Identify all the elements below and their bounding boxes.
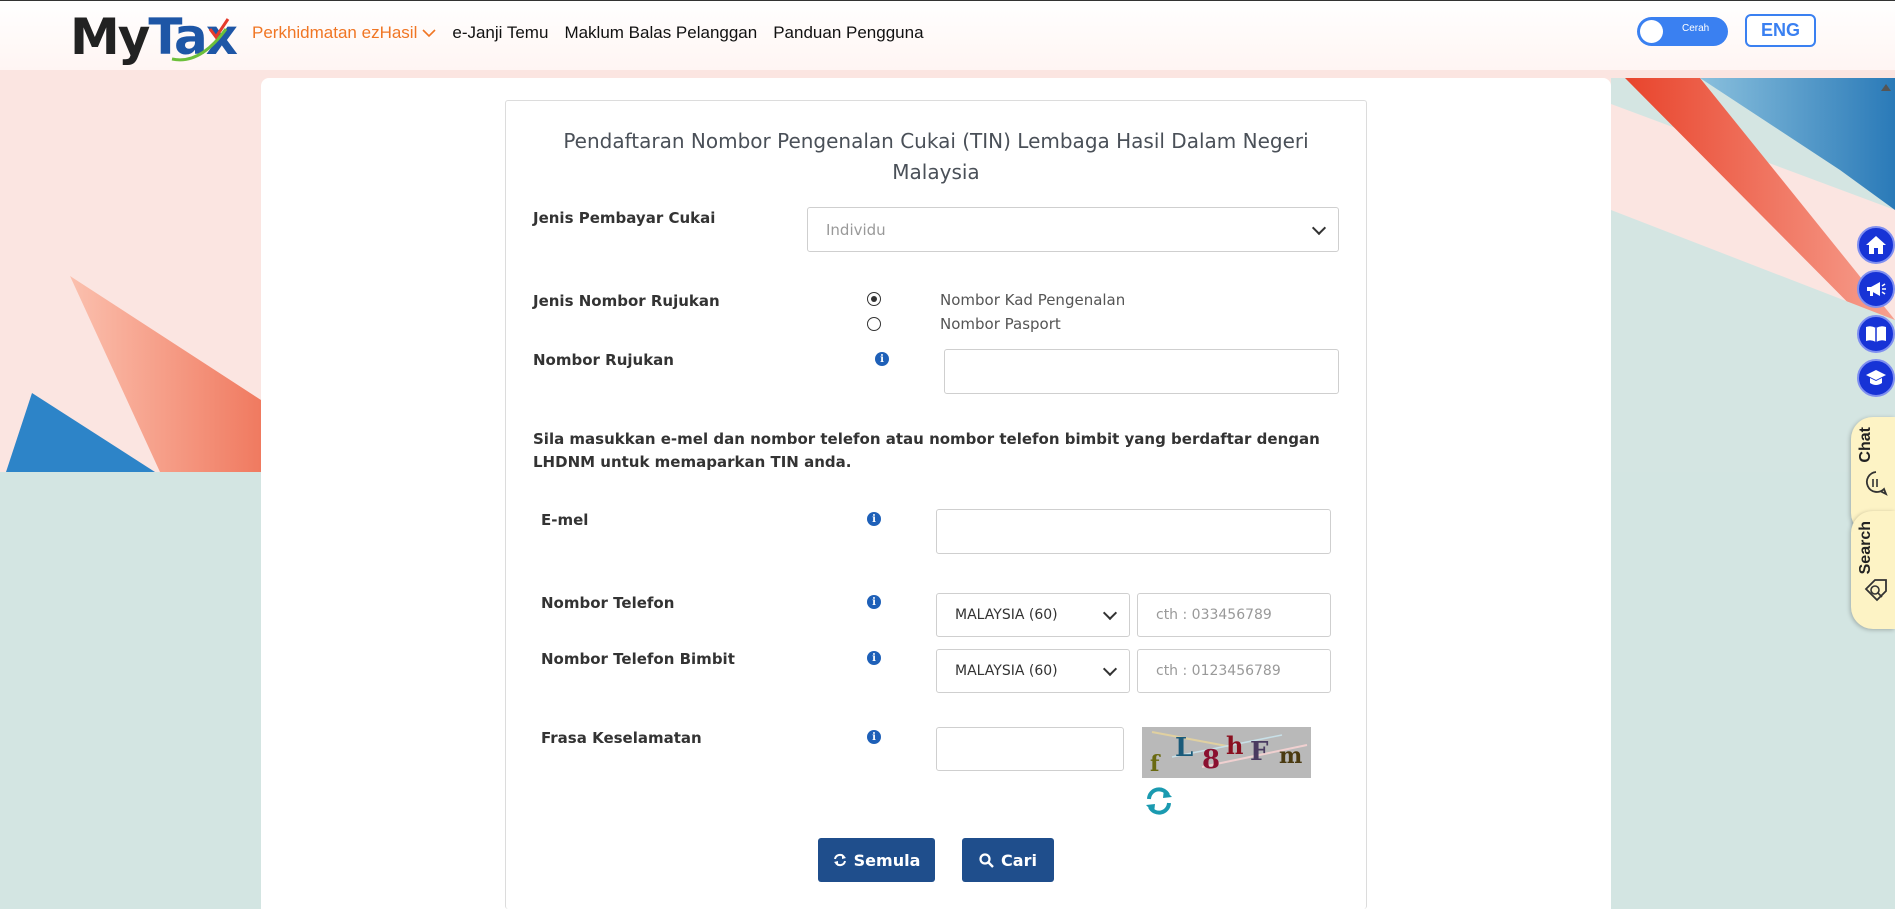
phone-label: Nombor Telefon bbox=[541, 594, 675, 612]
captcha-char: h bbox=[1226, 731, 1244, 760]
phone-country-value: MALAYSIA (60) bbox=[955, 607, 1058, 623]
mobile-label: Nombor Telefon Bimbit bbox=[541, 650, 735, 668]
mobile-country-select[interactable]: MALAYSIA (60) bbox=[936, 649, 1130, 693]
captcha-char: m bbox=[1279, 743, 1303, 769]
chevron-down-icon bbox=[1102, 605, 1118, 621]
chat-icon bbox=[1866, 471, 1888, 496]
info-icon[interactable]: i bbox=[867, 651, 881, 665]
taxpayer-type-label: Jenis Pembayar Cukai bbox=[533, 209, 716, 227]
radio-ic-label: Nombor Kad Pengenalan bbox=[940, 291, 1126, 309]
security-phrase-label: Frasa Keselamatan bbox=[541, 729, 702, 747]
instruction-text: Sila masukkan e-mel dan nombor telefon a… bbox=[533, 430, 1320, 471]
form-title: Pendaftaran Nombor Pengenalan Cukai (TIN… bbox=[563, 129, 1309, 184]
radio-passport-label: Nombor Pasport bbox=[940, 315, 1061, 333]
phone-input[interactable]: cth : 033456789 bbox=[1137, 593, 1331, 637]
reset-button[interactable]: Semula bbox=[818, 838, 935, 882]
theme-toggle[interactable]: Cerah bbox=[1637, 17, 1728, 46]
captcha-image: f L 8 h F m bbox=[1142, 727, 1311, 778]
captcha-char: f bbox=[1150, 751, 1160, 777]
radio-ic[interactable] bbox=[867, 292, 881, 306]
chevron-down-icon bbox=[1311, 220, 1327, 235]
taxpayer-type-select[interactable]: Individu bbox=[807, 207, 1339, 252]
reset-button-label: Semula bbox=[853, 850, 921, 870]
graduation-cap-icon bbox=[1866, 370, 1886, 385]
side-search-button[interactable]: Search bbox=[1851, 511, 1895, 629]
megaphone-icon bbox=[1867, 282, 1886, 296]
search-button[interactable]: Cari bbox=[962, 838, 1054, 882]
search-tag-icon bbox=[1864, 579, 1887, 602]
side-guide-button[interactable] bbox=[1857, 315, 1895, 353]
search-button-label: Cari bbox=[1001, 850, 1037, 870]
theme-toggle-knob bbox=[1640, 20, 1663, 43]
radio-passport[interactable] bbox=[867, 317, 881, 331]
book-icon bbox=[1866, 326, 1886, 342]
mytax-logo[interactable]: MyTax bbox=[70, 7, 238, 67]
ref-number-label: Nombor Rujukan bbox=[533, 351, 674, 369]
main-nav: Perkhidmatan ezHasil e-Janji Temu Maklum… bbox=[252, 23, 924, 43]
email-label: E-mel bbox=[541, 511, 589, 529]
home-icon bbox=[1866, 236, 1886, 254]
nav-panduan-pengguna[interactable]: Panduan Pengguna bbox=[773, 23, 923, 43]
info-icon[interactable]: i bbox=[867, 595, 881, 609]
side-home-button[interactable] bbox=[1857, 226, 1895, 264]
chevron-down-icon bbox=[1102, 661, 1118, 677]
refresh-captcha-icon[interactable] bbox=[1144, 786, 1174, 816]
scroll-up-arrow-icon[interactable] bbox=[1881, 84, 1891, 91]
ref-number-input[interactable] bbox=[944, 349, 1339, 394]
language-button[interactable]: ENG bbox=[1745, 14, 1816, 47]
theme-label: Cerah bbox=[1682, 23, 1710, 34]
top-header: MyTax Perkhidmatan ezHasil e-Janji Temu … bbox=[0, 0, 1895, 70]
chevron-down-icon bbox=[422, 28, 436, 37]
captcha-char: L bbox=[1175, 733, 1194, 763]
phone-country-select[interactable]: MALAYSIA (60) bbox=[936, 593, 1130, 637]
info-icon[interactable]: i bbox=[867, 730, 881, 744]
info-icon[interactable]: i bbox=[875, 352, 889, 366]
email-input[interactable] bbox=[936, 509, 1331, 554]
taxpayer-type-value: Individu bbox=[826, 220, 886, 239]
nav-e-janji-temu[interactable]: e-Janji Temu bbox=[452, 23, 548, 43]
nav-perkhidmatan-ezhasil[interactable]: Perkhidmatan ezHasil bbox=[252, 23, 436, 43]
logo-swoosh-icon bbox=[171, 18, 230, 62]
captcha-char: 8 bbox=[1202, 745, 1221, 775]
search-icon bbox=[979, 852, 994, 868]
mobile-input[interactable]: cth : 0123456789 bbox=[1137, 649, 1331, 693]
refresh-icon bbox=[833, 853, 846, 867]
side-announcement-button[interactable] bbox=[1857, 270, 1895, 308]
captcha-char: F bbox=[1250, 737, 1269, 767]
nav-maklum-balas-pelanggan[interactable]: Maklum Balas Pelanggan bbox=[564, 23, 757, 43]
ref-type-label: Jenis Nombor Rujukan bbox=[533, 292, 720, 310]
security-phrase-input[interactable] bbox=[936, 727, 1124, 771]
mobile-country-value: MALAYSIA (60) bbox=[955, 663, 1058, 679]
info-icon[interactable]: i bbox=[867, 512, 881, 526]
side-search-label: Search bbox=[1857, 521, 1874, 575]
side-education-button[interactable] bbox=[1857, 359, 1895, 397]
chat-label: Chat bbox=[1857, 427, 1874, 463]
